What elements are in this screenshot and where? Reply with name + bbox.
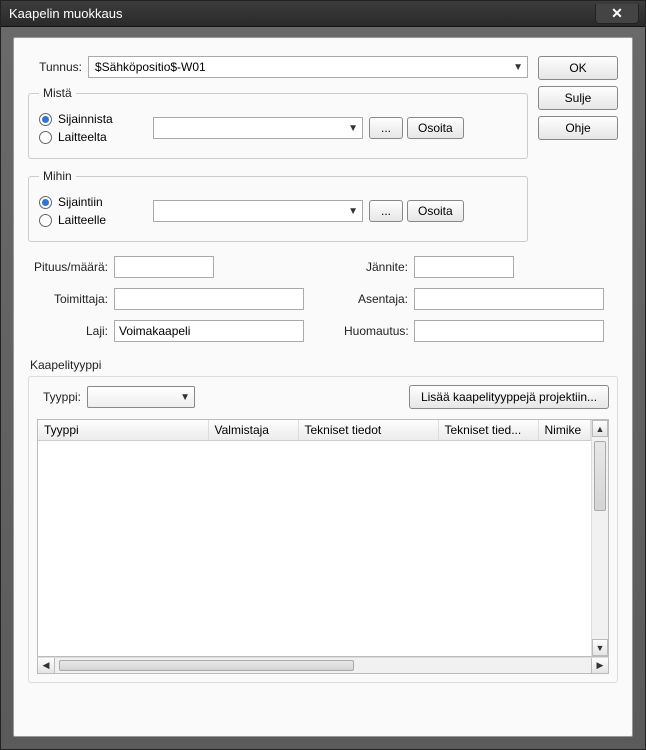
tunnus-label: Tunnus: (28, 60, 88, 74)
length-input[interactable] (114, 256, 214, 278)
to-location-radio[interactable] (39, 196, 52, 209)
dialog-window: Kaapelin muokkaus ✕ Tunnus: $Sähköpositi… (0, 0, 646, 750)
to-location-label: Sijaintiin (58, 195, 128, 209)
to-select[interactable]: ▼ (153, 200, 363, 222)
scroll-right-icon[interactable]: ▶ (591, 658, 608, 673)
chevron-down-icon: ▼ (348, 123, 358, 134)
installer-input[interactable] (414, 288, 604, 310)
from-location-label: Sijainnista (58, 112, 128, 126)
tunnus-select[interactable]: $Sähköpositio$-W01 ▼ (88, 56, 528, 78)
type-combo[interactable]: ▼ (87, 386, 195, 408)
note-label: Huomautus: (344, 324, 414, 338)
col-item[interactable]: Nimike (538, 420, 591, 441)
to-group: Mihin Sijaintiin Laitteelle (28, 169, 528, 242)
scroll-thumb[interactable] (59, 660, 354, 671)
note-input[interactable] (414, 320, 604, 342)
to-browse-button[interactable]: ... (369, 200, 403, 222)
col-tech2[interactable]: Tekniset tied... (438, 420, 538, 441)
installer-label: Asentaja: (344, 292, 414, 306)
from-browse-button[interactable]: ... (369, 117, 403, 139)
chevron-down-icon: ▼ (513, 62, 523, 73)
from-location-radio[interactable] (39, 113, 52, 126)
voltage-input[interactable] (414, 256, 514, 278)
horizontal-scrollbar[interactable]: ◀ ▶ (37, 657, 609, 674)
client-area: Tunnus: $Sähköpositio$-W01 ▼ Mistä Sijai… (13, 37, 633, 737)
titlebar: Kaapelin muokkaus ✕ (1, 1, 645, 27)
chevron-down-icon: ▼ (348, 206, 358, 217)
kind-input[interactable]: Voimakaapeli (114, 320, 304, 342)
from-device-label: Laitteelta (58, 130, 128, 144)
col-manufacturer[interactable]: Valmistaja (208, 420, 298, 441)
vertical-scrollbar[interactable]: ▲ ▼ (591, 420, 608, 656)
scroll-left-icon[interactable]: ◀ (38, 658, 55, 673)
ok-button[interactable]: OK (538, 56, 618, 80)
to-device-radio[interactable] (39, 214, 52, 227)
to-legend: Mihin (39, 169, 76, 183)
tunnus-value: $Sähköpositio$-W01 (95, 60, 206, 74)
from-device-radio[interactable] (39, 131, 52, 144)
voltage-label: Jännite: (344, 260, 414, 274)
from-point-button[interactable]: Osoita (407, 117, 464, 139)
supplier-input[interactable] (114, 288, 304, 310)
types-group-label: Kaapelityyppi (30, 358, 618, 372)
window-close-button[interactable]: ✕ (595, 4, 639, 24)
to-device-label: Laitteelle (58, 213, 128, 227)
supplier-label: Toimittaja: (28, 292, 114, 306)
scroll-down-icon[interactable]: ▼ (592, 639, 608, 656)
scroll-up-icon[interactable]: ▲ (592, 420, 608, 437)
types-table: Tyyppi Valmistaja Tekniset tiedot Teknis… (37, 419, 609, 657)
add-types-button[interactable]: Lisää kaapelityyppejä projektiin... (409, 385, 609, 409)
kind-label: Laji: (28, 324, 114, 338)
close-button[interactable]: Sulje (538, 86, 618, 110)
to-point-button[interactable]: Osoita (407, 200, 464, 222)
from-group: Mistä Sijainnista Laitteelta (28, 86, 528, 159)
chevron-down-icon: ▼ (180, 392, 190, 403)
from-legend: Mistä (39, 86, 76, 100)
col-type[interactable]: Tyyppi (38, 420, 208, 441)
close-icon: ✕ (611, 5, 623, 22)
type-label: Tyyppi: (37, 390, 87, 404)
from-select[interactable]: ▼ (153, 117, 363, 139)
length-label: Pituus/määrä: (28, 260, 114, 274)
help-button[interactable]: Ohje (538, 116, 618, 140)
scroll-thumb[interactable] (594, 441, 606, 511)
window-title: Kaapelin muokkaus (9, 6, 122, 21)
col-tech[interactable]: Tekniset tiedot (298, 420, 438, 441)
